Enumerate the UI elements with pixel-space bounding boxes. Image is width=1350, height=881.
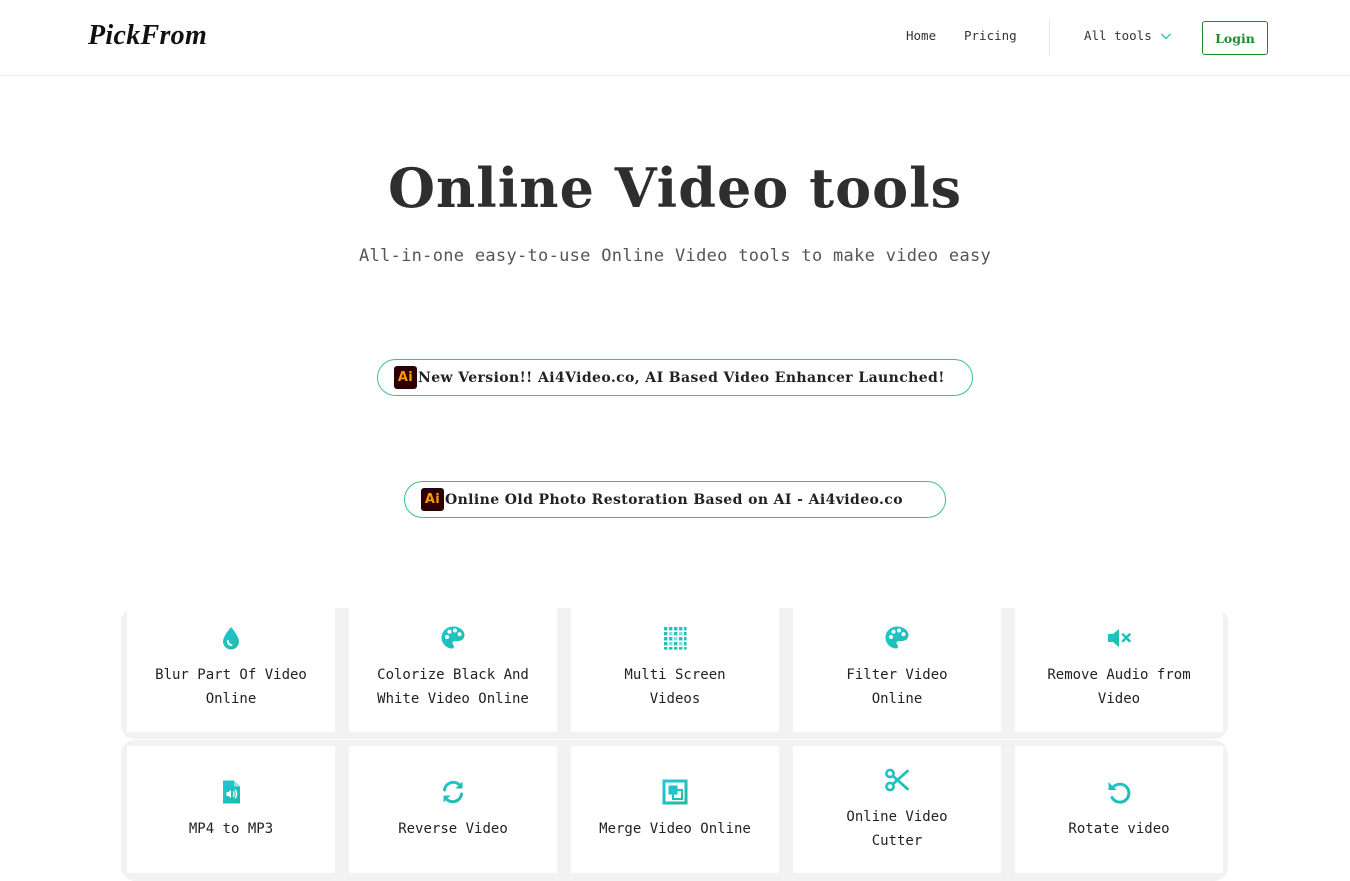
- page-title: Online Video tools: [387, 156, 963, 220]
- merge-icon: [662, 779, 688, 804]
- tool-card-blur-video[interactable]: Blur Part Of Video Online: [127, 603, 335, 732]
- ai-logo-icon: Ai: [421, 488, 444, 511]
- tool-card-label: Rotate video: [1068, 820, 1170, 837]
- promo-banner-enhancer[interactable]: Ai New Version!! Ai4Video.co, AI Based V…: [377, 359, 973, 396]
- promo-banner-photo-restoration[interactable]: Ai Online Old Photo Restoration Based on…: [404, 481, 946, 518]
- promo-text: Online Old Photo Restoration Based on AI…: [445, 491, 903, 508]
- tool-card-merge-video[interactable]: Merge Video Online: [571, 746, 779, 873]
- nav-divider: [1049, 20, 1050, 56]
- tool-card-remove-audio[interactable]: Remove Audio from Video: [1015, 603, 1223, 732]
- scissors-icon: [885, 768, 909, 791]
- site-logo[interactable]: PickFrom: [88, 20, 207, 52]
- tool-card-video-cutter[interactable]: Online Video Cutter: [793, 746, 1001, 873]
- tool-card-label: Filter Video Online: [846, 666, 948, 707]
- audio-file-icon: [223, 780, 240, 803]
- promo-text: New Version!! Ai4Video.co, AI Based Vide…: [418, 369, 945, 386]
- tool-card-label: Blur Part Of Video Online: [155, 666, 307, 707]
- tool-card-reverse-video[interactable]: Reverse Video: [349, 746, 557, 873]
- tool-card-label: MP4 to MP3: [188, 820, 274, 837]
- palette-icon: [885, 626, 909, 648]
- ai-logo-icon: Ai: [394, 366, 417, 389]
- page-subtitle: All-in-one easy-to-use Online Video tool…: [358, 246, 992, 266]
- tool-card-label: Colorize Black And White Video Online: [377, 666, 529, 707]
- tool-card-label: Online Video Cutter: [846, 808, 948, 849]
- tool-card-filter-video[interactable]: Filter Video Online: [793, 603, 1001, 732]
- tool-card-label: Multi Screen Videos: [624, 666, 726, 707]
- tool-card-rotate-video[interactable]: Rotate video: [1015, 746, 1223, 873]
- chevron-down-icon: [1160, 33, 1171, 39]
- tool-card-colorize-video[interactable]: Colorize Black And White Video Online: [349, 603, 557, 732]
- rotate-icon: [1108, 781, 1131, 804]
- nav-all-tools-dropdown[interactable]: All tools: [1084, 28, 1172, 43]
- site-header: PickFrom Home Pricing All tools Login: [0, 0, 1350, 76]
- login-button[interactable]: Login: [1202, 21, 1268, 55]
- tool-card-label: Reverse Video: [398, 820, 508, 837]
- tool-card-label: Merge Video Online: [599, 820, 751, 837]
- grid-dots-icon: [664, 626, 687, 650]
- nav-home-link[interactable]: Home: [906, 28, 936, 43]
- refresh-icon: [443, 780, 463, 803]
- nav-pricing-link[interactable]: Pricing: [964, 28, 1017, 43]
- tool-card-label: Remove Audio from Video: [1047, 666, 1191, 707]
- nav-all-tools-label: All tools: [1084, 28, 1152, 43]
- tool-card-multi-screen[interactable]: Multi Screen Videos: [571, 603, 779, 732]
- drop-icon: [223, 626, 239, 649]
- palette-icon: [441, 626, 465, 648]
- tool-card-mp4-to-mp3[interactable]: MP4 to MP3: [127, 746, 335, 873]
- mute-icon: [1108, 628, 1131, 647]
